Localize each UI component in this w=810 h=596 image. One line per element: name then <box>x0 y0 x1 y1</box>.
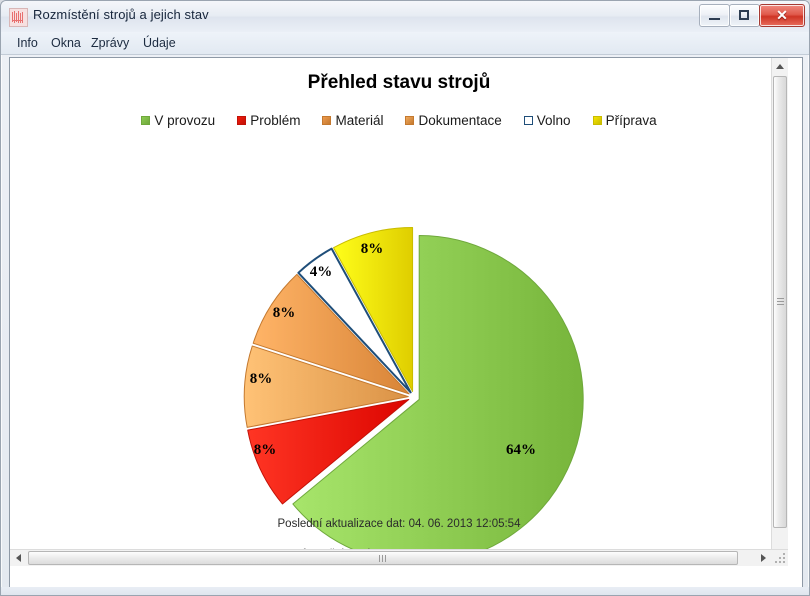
menu-item-info[interactable]: Info <box>11 35 44 51</box>
last-update-text: Poslední aktualizace dat: 04. 06. 2013 1… <box>277 518 521 530</box>
app-icon <box>9 8 28 27</box>
horizontal-scrollbar-thumb[interactable] <box>28 551 738 565</box>
minimize-icon <box>709 18 720 20</box>
menu-item-udaje[interactable]: Údaje <box>137 35 182 51</box>
pie-label-p-prava: 8% <box>361 241 384 257</box>
pie-svg: 64% 8% 8% 8% 4% 8% <box>243 226 584 564</box>
scrollbar-grip-icon <box>777 298 784 307</box>
title-bar[interactable]: Rozmístění strojů a jejich stav ✕ <box>1 1 809 33</box>
scroll-left-icon <box>16 554 21 562</box>
chart-canvas: Přehled stavu strojů V provozu Problém Mat… <box>10 58 788 566</box>
horizontal-scrollbar[interactable] <box>10 549 788 566</box>
vertical-scrollbar[interactable] <box>771 58 788 566</box>
pie-label-volno: 4% <box>310 264 333 280</box>
minimize-button[interactable] <box>699 4 730 27</box>
maximize-icon <box>739 10 749 20</box>
pie-label-probl-m: 8% <box>254 442 277 458</box>
application-window: Rozmístění strojů a jejich stav ✕ Info O… <box>0 0 810 596</box>
scroll-up-icon <box>776 64 784 69</box>
close-button[interactable]: ✕ <box>759 4 805 27</box>
pie-label-dokumentace: 8% <box>273 305 296 321</box>
close-icon: ✕ <box>776 7 788 23</box>
scroll-up-button[interactable] <box>772 58 788 75</box>
pie-label-materi-l: 8% <box>250 371 273 387</box>
maximize-button[interactable] <box>729 4 760 27</box>
pie-chart: 64% 8% 8% 8% 4% 8% <box>10 58 788 566</box>
menu-bar: Info Okna Zprávy Údaje <box>1 32 809 55</box>
vertical-scrollbar-thumb[interactable] <box>773 76 787 528</box>
client-area: Přehled stavu strojů V provozu Problém Mat… <box>9 57 803 589</box>
window-title: Rozmístění strojů a jejich stav <box>33 7 209 22</box>
scroll-right-button[interactable] <box>755 550 772 566</box>
menu-item-okna[interactable]: Okna <box>45 35 87 51</box>
scroll-right-icon <box>761 554 766 562</box>
window-bottom-frame <box>1 587 809 595</box>
scroll-left-button[interactable] <box>10 550 27 566</box>
scrollbar-grip-icon <box>379 555 388 562</box>
pie-label-v-provozu: 64% <box>506 442 536 458</box>
resize-grip-icon[interactable] <box>772 550 788 566</box>
menu-item-zpravy[interactable]: Zprávy <box>85 35 135 51</box>
